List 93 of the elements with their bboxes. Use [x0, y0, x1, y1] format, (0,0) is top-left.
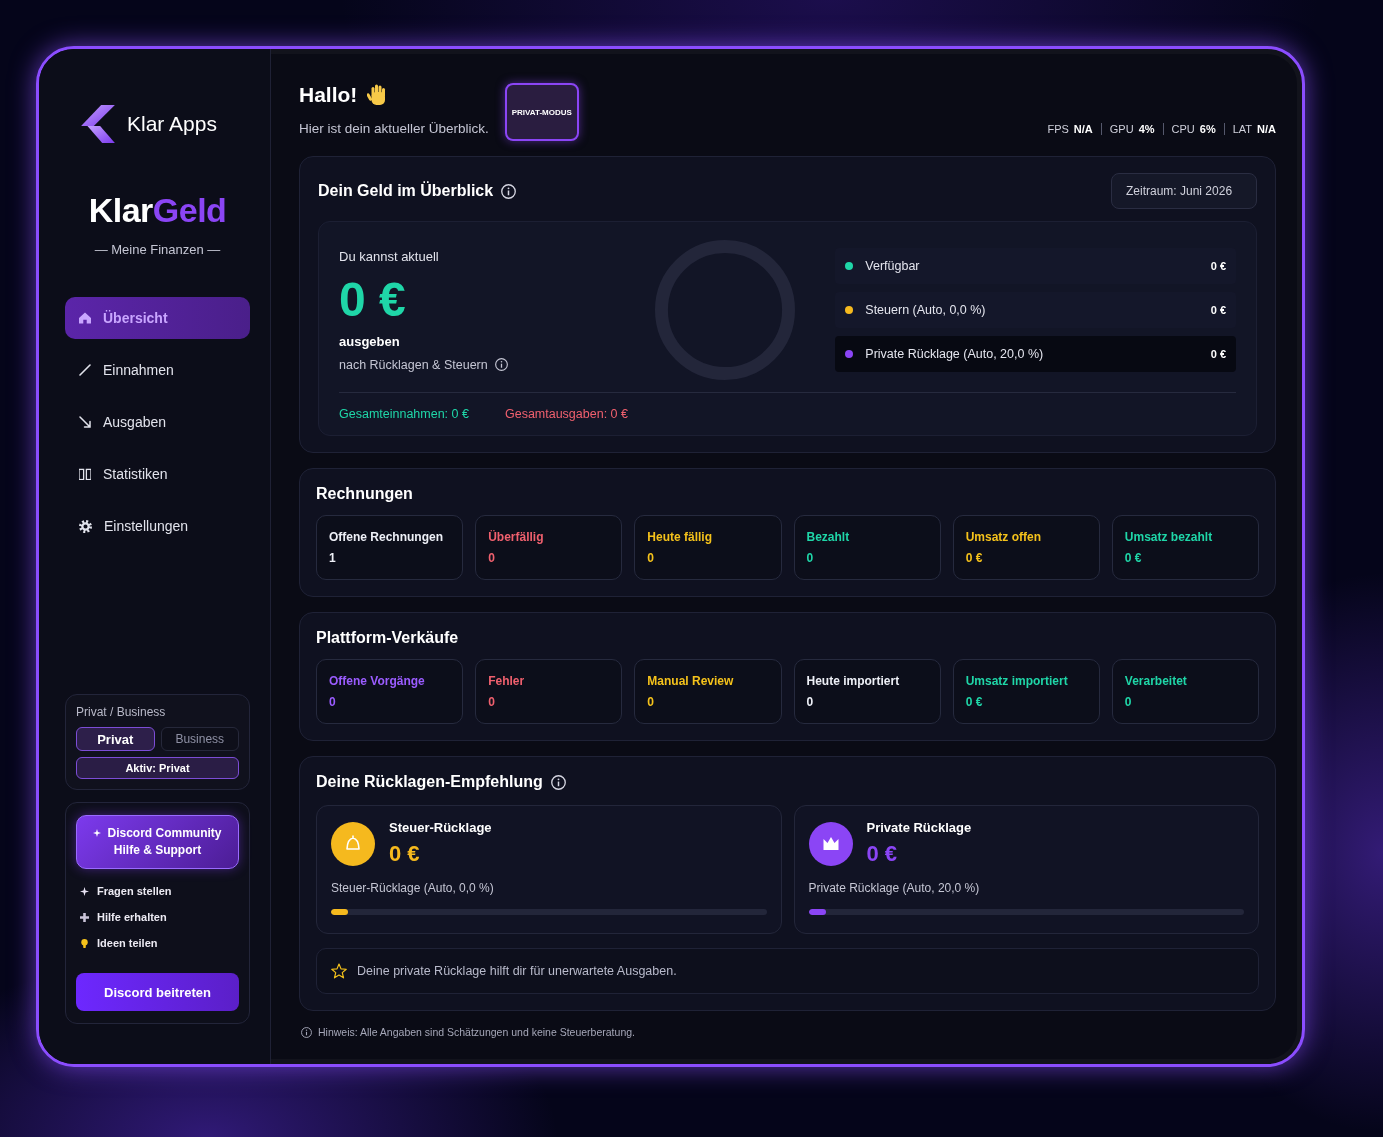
nav-item[interactable]: Übersicht	[65, 297, 250, 339]
tile-label: Verarbeitet	[1124, 674, 1188, 688]
mode-switch-label: Privat / Business	[76, 705, 167, 719]
spendable-amount: 0 €	[339, 271, 407, 328]
tile-value: 0	[1124, 695, 1133, 709]
stat-label: GPU	[1109, 123, 1134, 135]
tile-label: Umsatz bezahlt	[1124, 530, 1214, 544]
legend-label: Private Rücklage (Auto, 20,0 %)	[865, 347, 1044, 361]
reserve-amount: 0 €	[866, 841, 899, 867]
sparkle-icon	[93, 829, 102, 837]
info-icon	[301, 1026, 312, 1038]
join-discord-button[interactable]: Discord beitreten	[76, 973, 239, 1011]
plus-icon	[80, 912, 89, 922]
home-icon	[79, 312, 91, 324]
community-item-label: Ideen teilen	[97, 937, 158, 949]
tile-label: Bezahlt	[806, 530, 851, 544]
stat-value: N/A	[1073, 123, 1093, 135]
spendable-label: ausgeben	[339, 333, 401, 349]
greeting-subtitle: Hier ist dein aktueller Überblick.	[299, 121, 489, 136]
tile-value: 0	[647, 695, 655, 709]
tile-value: 0	[488, 551, 496, 565]
tile-label: Offene Vorgänge	[329, 674, 426, 688]
settings-icon	[79, 519, 92, 533]
greeting-title: Hallo!	[299, 83, 358, 107]
tile-value: 0	[647, 551, 655, 565]
reserve-title: Steuer-Rücklage	[389, 820, 492, 835]
community-banner[interactable]: Discord Community Hilfe & Support	[76, 815, 239, 869]
bar-chart-icon	[79, 468, 91, 480]
info-icon	[494, 358, 508, 371]
stat-label: CPU	[1171, 123, 1195, 135]
tile-label: Offene Rechnungen	[329, 530, 444, 544]
active-mode-badge: Aktiv: Privat	[76, 757, 239, 779]
tile-value: 0 €	[965, 551, 984, 565]
tile-value: 0	[806, 695, 815, 709]
app-title: KlarGeld	[87, 191, 228, 230]
tile-label: Manual Review	[647, 674, 735, 688]
waving-hand-icon	[367, 84, 388, 106]
info-icon	[550, 774, 566, 790]
tile-value: 0 €	[965, 695, 984, 709]
brand-name: Klar Apps	[127, 112, 217, 136]
community-item-label: Hilfe erhalten	[97, 911, 167, 923]
legend-label: Verfügbar	[865, 259, 920, 273]
stat-value: N/A	[1257, 123, 1276, 135]
stat-label: FPS	[1047, 123, 1069, 135]
section-title: Deine Rücklagen-Empfehlung	[316, 773, 543, 791]
tile-value: 0	[488, 695, 496, 709]
tip-text: Deine private Rücklage hilft dir für unerwartete Ausgaben.	[357, 964, 677, 978]
period-selector[interactable]: Zeitraum: Juni 2026	[1111, 173, 1257, 209]
tile-label: Heute fällig	[647, 530, 713, 544]
tile-label: Fehler	[488, 674, 526, 688]
total-summary: Gesamteinnahmen: 0 €	[339, 407, 469, 421]
reserve-title: Private Rücklage	[866, 820, 972, 835]
info-icon	[501, 183, 517, 199]
section-title: Dein Geld im Überblick	[318, 182, 494, 200]
stat-label: LAT	[1232, 123, 1253, 135]
nav-item[interactable]: Statistiken	[65, 453, 250, 495]
mode-badge: PRIVAT-MODUS	[504, 83, 579, 141]
section-title: Rechnungen	[316, 485, 414, 503]
section-title: Plattform-Verkäufe	[316, 629, 460, 647]
mode-option[interactable]: Privat	[76, 727, 155, 751]
star-icon	[331, 963, 347, 979]
tile-label: Überfällig	[488, 530, 545, 544]
lightbulb-icon	[80, 938, 89, 948]
tile-label: Heute importiert	[806, 674, 901, 688]
app-tagline: — Meine Finanzen —	[93, 242, 222, 257]
legend-label: Steuern (Auto, 0,0 %)	[865, 303, 986, 317]
nav-item[interactable]: Einstellungen	[65, 505, 250, 547]
nav-item[interactable]: Einnahmen	[65, 349, 250, 391]
legend-amount: 0 €	[1210, 260, 1226, 272]
arrow-down-right-icon	[79, 416, 91, 428]
stat-value: 4%	[1138, 123, 1155, 135]
tile-label: Umsatz importiert	[965, 674, 1069, 688]
tile-label: Umsatz offen	[965, 530, 1042, 544]
spendable-intro: Du kannst aktuell	[339, 248, 440, 264]
logo-icon	[81, 105, 115, 143]
spendable-note: nach Rücklagen & Steuern	[339, 357, 488, 372]
community-item-label: Fragen stellen	[97, 885, 172, 897]
reserve-amount: 0 €	[389, 841, 421, 867]
sparkle-icon	[80, 886, 89, 896]
reserve-caption: Steuer-Rücklage (Auto, 0,0 %)	[331, 881, 495, 895]
mode-option[interactable]: Business	[160, 727, 239, 751]
nav-item[interactable]: Ausgaben	[65, 401, 250, 443]
tile-value: 0 €	[1124, 551, 1143, 565]
total-summary: Gesamtausgaben: 0 €	[504, 407, 628, 421]
trend-up-icon	[79, 364, 91, 376]
tile-value: 0	[329, 695, 337, 709]
stat-value: 6%	[1199, 123, 1216, 135]
reserve-caption: Private Rücklage (Auto, 20,0 %)	[808, 881, 981, 895]
legend-amount: 0 €	[1210, 304, 1226, 316]
legend-amount: 0 €	[1210, 348, 1226, 360]
tile-value: 0	[806, 551, 815, 565]
tile-value: 1	[329, 551, 337, 565]
disclaimer-note: Hinweis: Alle Angaben sind Schätzungen und keine Steuerberatung.	[318, 1026, 635, 1038]
